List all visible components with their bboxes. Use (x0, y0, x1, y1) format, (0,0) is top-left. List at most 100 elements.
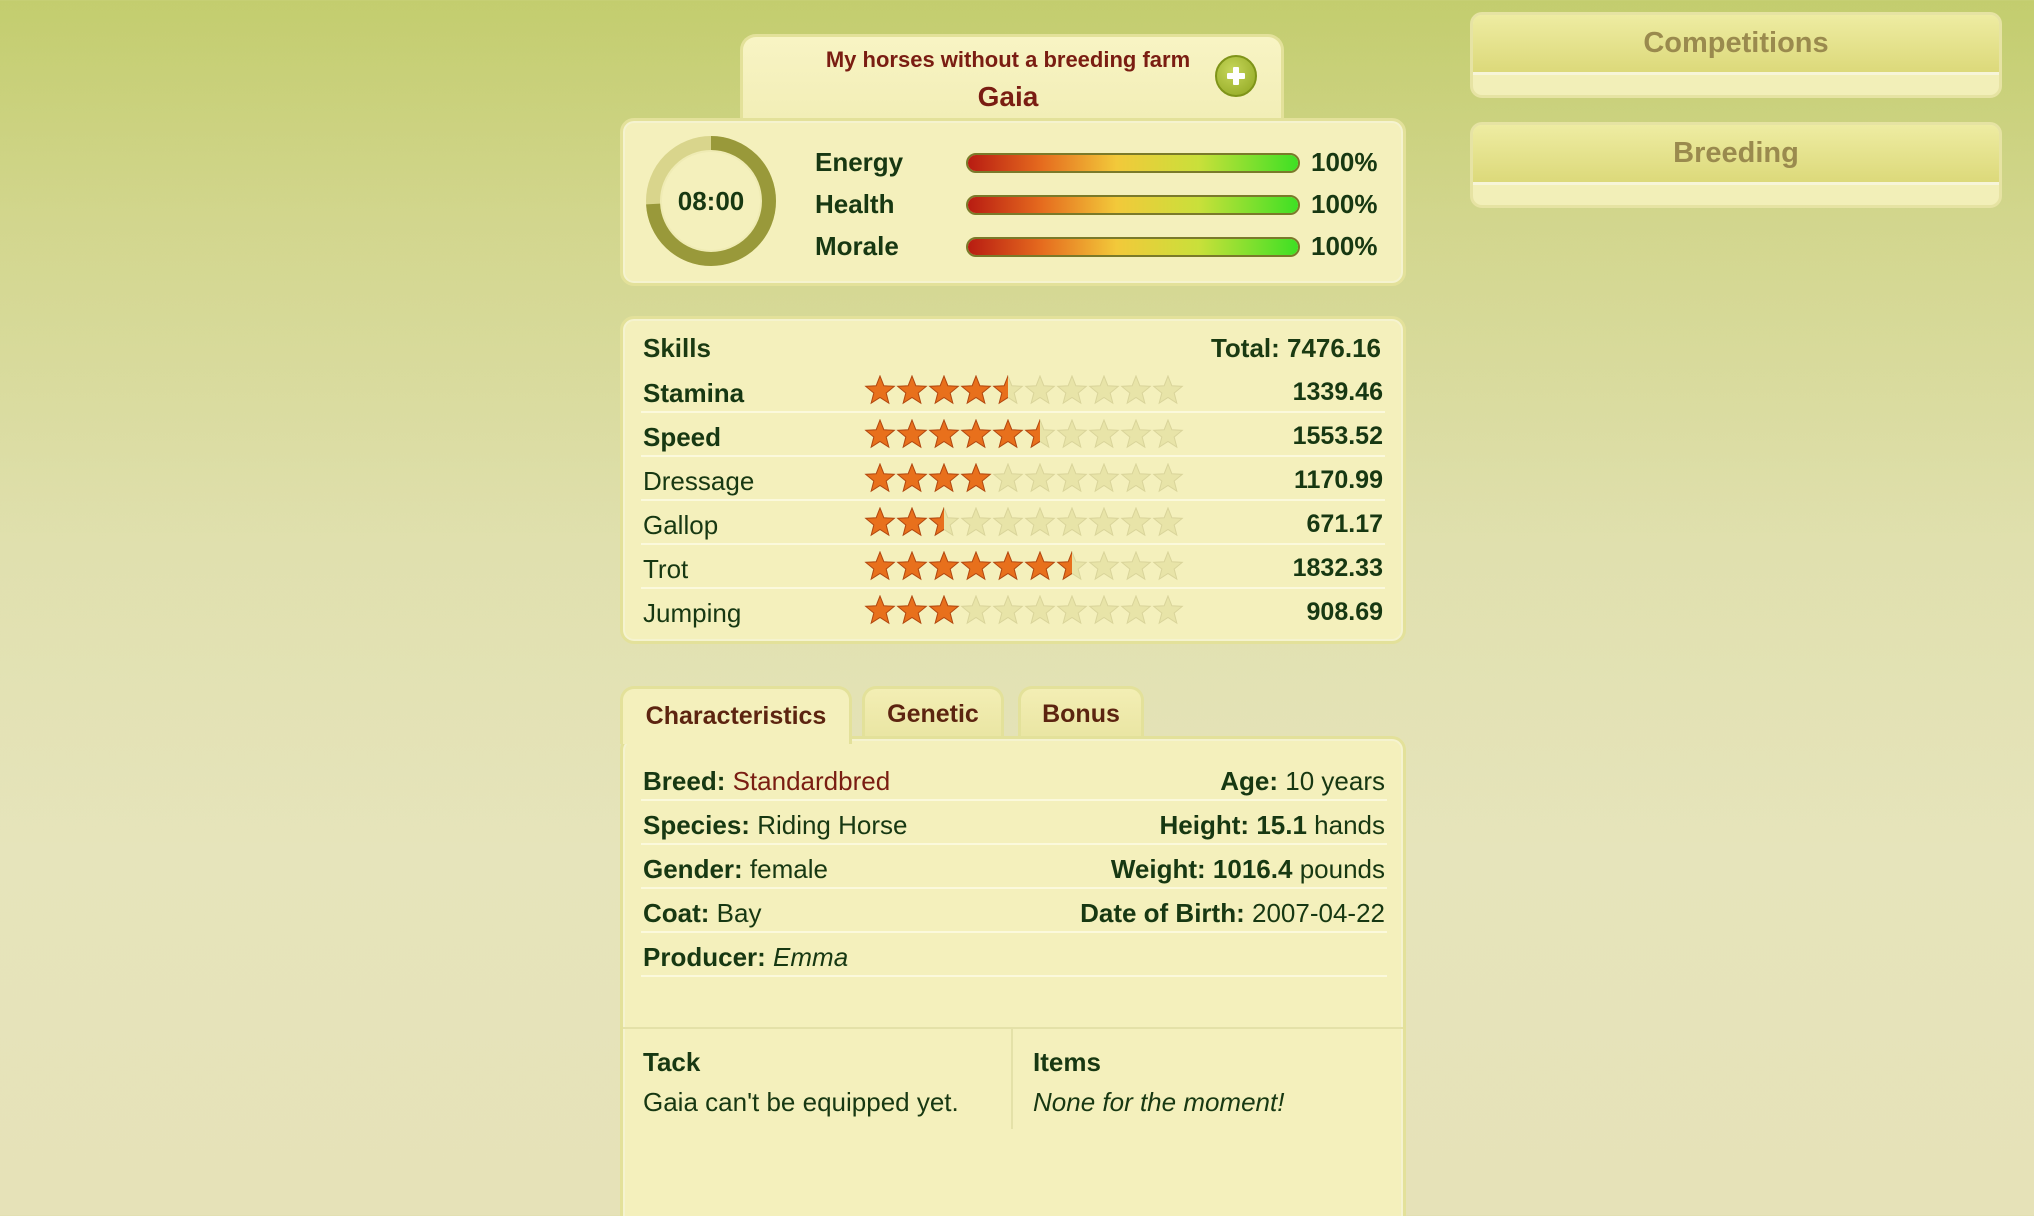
tab-bonus[interactable]: Bonus (1018, 686, 1144, 740)
star-icon (1024, 463, 1056, 493)
detail-row: Breed: Standardbred Age: 10 years (641, 757, 1387, 801)
skill-stars (864, 595, 1184, 625)
star-icon-filled (896, 419, 928, 449)
skill-stars (864, 419, 1184, 449)
status-panel: 08:00 Energy 100% Health 100% Morale 100… (620, 118, 1406, 286)
clock-time: 08:00 (677, 185, 745, 216)
height-label: Height: (1159, 810, 1250, 840)
star-icon (992, 463, 1024, 493)
skill-name: Gallop (643, 510, 719, 540)
star-icon-filled (896, 463, 928, 493)
add-button[interactable] (1215, 55, 1257, 97)
morale-value: 100% (1311, 231, 1378, 261)
skill-name: Dressage (643, 466, 755, 496)
star-icon-filled (896, 507, 928, 537)
weight-value: 1016.4 (1212, 854, 1293, 884)
star-icon-filled (960, 463, 992, 493)
star-icon (960, 595, 992, 625)
star-icon (1088, 463, 1120, 493)
competitions-button[interactable]: Competitions (1470, 12, 2002, 98)
height-value: 15.1 (1256, 810, 1307, 840)
detail-row: Coat: Bay Date of Birth: 2007-04-22 (641, 889, 1387, 933)
star-icon-filled (1024, 551, 1056, 581)
items-title: Items (1033, 1047, 1101, 1077)
breeding-label: Breeding (1473, 125, 1999, 185)
age-value: 10 years (1285, 766, 1385, 796)
star-icon (992, 507, 1024, 537)
detail-row: Producer: Emma (641, 933, 1387, 977)
star-icon-filled (864, 375, 896, 405)
star-icon (1152, 375, 1184, 405)
health-bar-fill (968, 197, 1298, 213)
star-icon (992, 595, 1024, 625)
breeding-button[interactable]: Breeding (1470, 122, 2002, 208)
breed-link[interactable]: Standardbred (733, 766, 891, 796)
weight-label: Weight: (1110, 854, 1206, 884)
skill-value: 671.17 (1306, 510, 1383, 538)
star-icon (1056, 419, 1088, 449)
dob-label: Date of Birth: (1080, 898, 1245, 928)
species-value: Riding Horse (757, 810, 908, 840)
star-icon (1056, 595, 1088, 625)
star-icon (1152, 463, 1184, 493)
tab-characteristics[interactable]: Characteristics (620, 686, 852, 744)
star-icon (1152, 507, 1184, 537)
star-icon (1152, 419, 1184, 449)
star-icon (1056, 463, 1088, 493)
competitions-label: Competitions (1473, 15, 1999, 75)
star-icon (1056, 375, 1088, 405)
star-icon (1088, 595, 1120, 625)
star-icon (1120, 463, 1152, 493)
star-icon-filled (928, 419, 960, 449)
star-icon-filled (864, 551, 896, 581)
star-icon (960, 507, 992, 537)
star-icon (1024, 375, 1056, 405)
skill-value: 1170.99 (1294, 466, 1383, 494)
energy-bar-fill (968, 155, 1298, 171)
skill-name: Trot (643, 554, 689, 584)
tack-title: Tack (643, 1047, 701, 1077)
energy-value: 100% (1311, 147, 1378, 177)
tack-text: Gaia can't be equipped yet. (643, 1087, 959, 1117)
star-icon-filled (864, 595, 896, 625)
star-icon (1120, 507, 1152, 537)
skill-stars (864, 375, 1184, 405)
divider (1011, 1029, 1013, 1129)
skills-total: Total: 7476.16 (1210, 333, 1381, 363)
star-icon-filled (928, 551, 960, 581)
horse-list-subtitle[interactable]: My horses without a breeding farm (743, 47, 1273, 73)
skill-row-speed: Speed 1553.52 (641, 413, 1385, 457)
skill-value: 1832.33 (1292, 554, 1383, 582)
age-label: Age: (1220, 766, 1279, 796)
star-icon (1088, 419, 1120, 449)
star-icon (1024, 507, 1056, 537)
species-label: Species: (643, 810, 750, 840)
tab-genetic[interactable]: Genetic (862, 686, 1004, 740)
dob-value: 2007-04-22 (1252, 898, 1385, 928)
star-icon-filled (864, 463, 896, 493)
skills-heading: Skills (643, 333, 711, 363)
skill-row-stamina: Stamina 1339.46 (641, 369, 1385, 413)
coat-value: Bay (716, 898, 762, 928)
energy-label: Energy (815, 147, 904, 177)
star-icon-filled (960, 419, 992, 449)
star-icon-filled (992, 419, 1024, 449)
health-bar (966, 195, 1300, 215)
morale-bar (966, 237, 1300, 257)
star-icon-filled (992, 551, 1024, 581)
skill-value: 908.69 (1306, 598, 1383, 626)
plus-icon (1227, 67, 1245, 85)
skill-value: 1553.52 (1292, 422, 1383, 450)
producer-value[interactable]: Emma (773, 942, 848, 972)
star-icon (1024, 595, 1056, 625)
horse-name: Gaia (977, 81, 1039, 112)
star-icon-filled (928, 595, 960, 625)
weight-unit: pounds (1299, 854, 1385, 884)
star-icon (1120, 551, 1152, 581)
coat-label: Coat: (643, 898, 710, 928)
star-icon (1120, 595, 1152, 625)
gender-label: Gender: (643, 854, 743, 884)
items-text: None for the moment! (1033, 1087, 1285, 1117)
skill-name: Speed (643, 422, 722, 452)
skill-stars (864, 463, 1184, 493)
